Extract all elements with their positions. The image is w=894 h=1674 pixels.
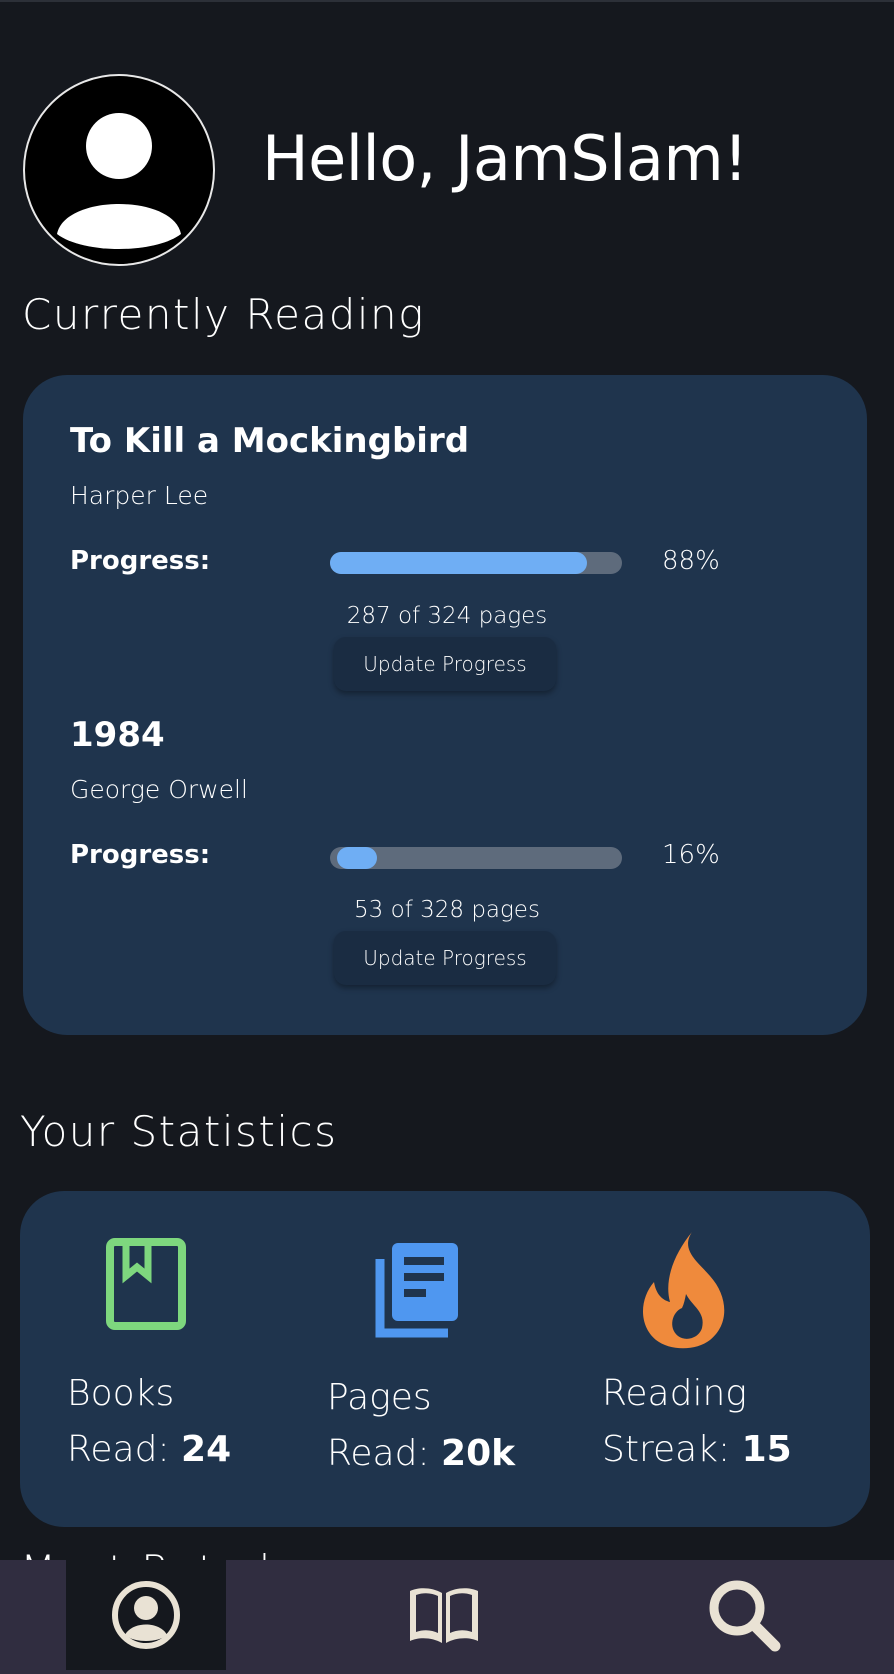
- nav-profile[interactable]: [66, 1560, 226, 1670]
- profile-icon: [112, 1581, 180, 1649]
- stat-books-read: Books Read: 24: [67, 1366, 231, 1478]
- stat-label: Read:: [327, 1433, 442, 1474]
- update-progress-button[interactable]: Update Progress: [334, 637, 556, 691]
- flame-icon: [643, 1232, 725, 1349]
- stat-label: Pages: [327, 1377, 432, 1418]
- progress-bar-fill: [330, 552, 587, 574]
- stat-value: 24: [181, 1429, 232, 1470]
- progress-label: Progress:: [70, 546, 211, 576]
- open-book-icon: [410, 1588, 478, 1643]
- stat-value: 20k: [441, 1433, 516, 1474]
- book-author: George Orwell: [70, 775, 248, 804]
- nav-library[interactable]: [364, 1560, 524, 1670]
- pages-count: 53 of 328 pages: [354, 897, 540, 923]
- stat-label: Reading: [602, 1373, 747, 1414]
- stat-label: Books: [67, 1373, 175, 1414]
- book-title: To Kill a Mockingbird: [70, 421, 470, 461]
- statistics-title: Your Statistics: [20, 1107, 338, 1156]
- pages-count: 287 of 324 pages: [346, 603, 548, 629]
- user-avatar-icon: [57, 113, 181, 249]
- search-icon: [709, 1580, 781, 1652]
- progress-label: Progress:: [70, 840, 211, 870]
- top-border: [0, 0, 894, 2]
- stat-label: Streak:: [602, 1429, 742, 1470]
- progress-bar: [330, 847, 622, 869]
- currently-reading-title: Currently Reading: [22, 290, 425, 339]
- bottom-nav: [0, 1560, 894, 1674]
- progress-percent: 16%: [662, 840, 720, 870]
- progress-bar: [330, 552, 622, 574]
- book-title: 1984: [70, 715, 165, 755]
- stat-value: 15: [741, 1429, 792, 1470]
- stat-pages-read: Pages Read: 20k: [327, 1370, 515, 1482]
- stat-reading-streak: Reading Streak: 15: [602, 1366, 792, 1478]
- update-progress-button[interactable]: Update Progress: [334, 931, 556, 985]
- greeting: Hello, JamSlam!: [262, 122, 748, 195]
- stat-label: Read:: [67, 1429, 182, 1470]
- progress-bar-fill: [337, 847, 377, 869]
- pages-icon: [375, 1243, 458, 1338]
- avatar[interactable]: [23, 74, 215, 266]
- nav-search[interactable]: [664, 1560, 824, 1670]
- progress-percent: 88%: [662, 546, 720, 576]
- book-icon: [106, 1238, 186, 1330]
- book-author: Harper Lee: [70, 481, 209, 510]
